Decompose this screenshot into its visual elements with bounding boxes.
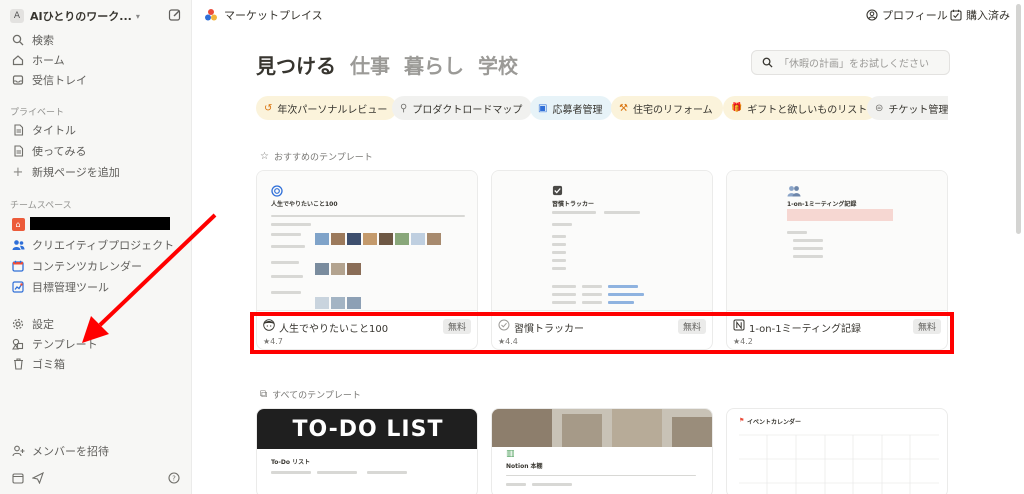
section-label: すべてのテンプレート: [272, 391, 361, 401]
template-card-todo[interactable]: TO-DO LIST To-Do リスト: [256, 408, 478, 494]
scrollbar-thumb[interactable]: [1016, 4, 1021, 234]
preview-title: イベントカレンダー: [747, 419, 802, 426]
flag-icon: ⚑: [739, 417, 745, 424]
preview-title: To-Do リスト: [271, 459, 311, 466]
template-card-bookshelf[interactable]: ▥ Notion 本棚: [491, 408, 713, 494]
preview-title: Notion 本棚: [506, 463, 543, 470]
book-icon: ▥: [506, 449, 515, 459]
templates-icon: ⧉: [260, 389, 268, 400]
calendar-grid: [739, 434, 939, 494]
bookshelf-image: [492, 409, 712, 447]
banner-text: TO-DO LIST: [292, 416, 444, 442]
all-templates-section-title: ⧉ すべてのテンプレート: [260, 388, 361, 401]
todo-banner: TO-DO LIST: [257, 409, 477, 449]
template-card-event-calendar[interactable]: ⚑ イベントカレンダー: [726, 408, 948, 494]
